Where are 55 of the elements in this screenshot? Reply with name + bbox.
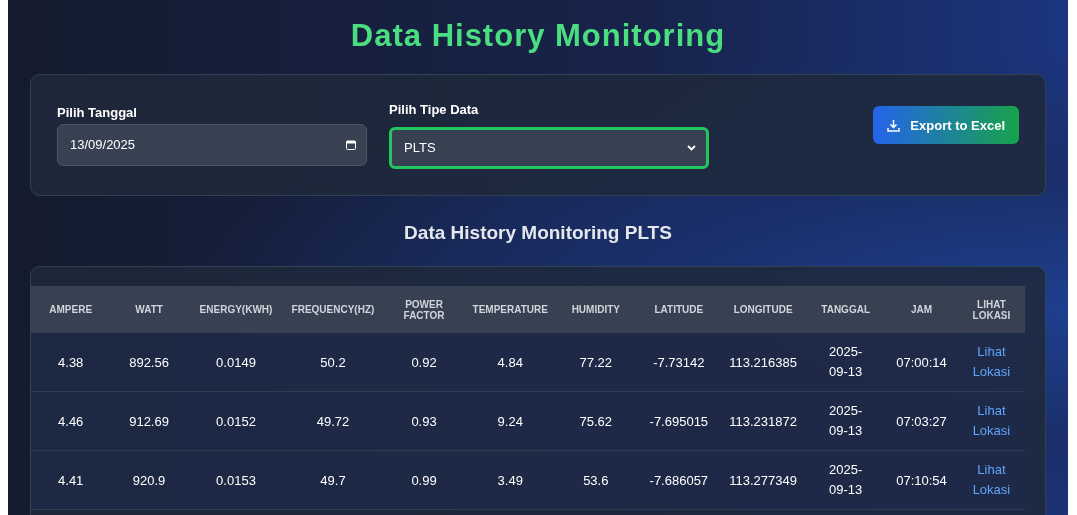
table-cell: -7.695015 bbox=[637, 391, 721, 451]
page-title: Data History Monitoring bbox=[349, 18, 727, 54]
table-cell: 50.2 bbox=[284, 333, 382, 392]
table-cell: 0.99 bbox=[381, 450, 467, 510]
export-button[interactable]: Export to Excel bbox=[873, 106, 1019, 144]
type-select[interactable]: PLTS bbox=[389, 126, 709, 169]
table-cell: 4.46 bbox=[31, 391, 111, 451]
table-cell-text: 2025-09-13 bbox=[828, 402, 864, 440]
table-cell: 9.24 bbox=[466, 391, 555, 451]
column-header: WATT bbox=[110, 286, 188, 333]
column-header: JAM bbox=[885, 286, 958, 333]
column-header: ENERGY(KWH) bbox=[187, 286, 285, 333]
table-cell: 07:00:14 bbox=[885, 333, 958, 392]
column-header: LIHAT LOKASI bbox=[957, 286, 1025, 333]
table-cell: 49.7 bbox=[284, 450, 382, 510]
column-header: TEMPERATURE bbox=[466, 286, 555, 333]
table-cell: 0.0153 bbox=[187, 450, 285, 510]
column-header: AMPERE bbox=[31, 286, 111, 333]
table-cell: 3.49 bbox=[466, 450, 555, 510]
table-cell: 4.38 bbox=[31, 333, 111, 392]
column-header: HUMIDITY bbox=[554, 286, 638, 333]
column-header: LONGITUDE bbox=[720, 286, 807, 333]
column-header: POWER FACTOR bbox=[381, 286, 467, 333]
chevron-down-icon bbox=[687, 144, 696, 151]
table-cell: 0.92 bbox=[381, 333, 467, 392]
column-header: FREQUENCY(HZ) bbox=[284, 286, 382, 333]
table-cell: 912.69 bbox=[110, 391, 188, 451]
table-cell: 75.62 bbox=[554, 391, 638, 451]
date-label: Pilih Tanggal bbox=[57, 104, 138, 120]
table-cell: 77.22 bbox=[554, 333, 638, 392]
table-cell-text: 2025-09-13 bbox=[828, 461, 864, 499]
table-cell: 49.72 bbox=[284, 391, 382, 451]
table-title: Data History Monitoring PLTS bbox=[403, 222, 673, 244]
table-cell: 113.231872 bbox=[720, 391, 807, 451]
table-cell: 892.56 bbox=[110, 333, 188, 392]
table-cell: 0.93 bbox=[381, 391, 467, 451]
table-cell: 07:10:54 bbox=[885, 450, 958, 510]
table-cell: 4.41 bbox=[31, 450, 111, 510]
table-cell: 0.0152 bbox=[187, 391, 285, 451]
table-cell: 53.6 bbox=[554, 450, 638, 510]
table-cell: 4.84 bbox=[466, 333, 555, 392]
type-label: Pilih Tipe Data bbox=[389, 101, 480, 117]
table-cell: 0.0149 bbox=[187, 333, 285, 392]
table-cell: 920.9 bbox=[110, 450, 188, 510]
table-cell: -7.73142 bbox=[637, 333, 721, 392]
table-cell: -7.686057 bbox=[637, 450, 721, 510]
table-cell: 07:03:27 bbox=[885, 391, 958, 451]
table-cell: 113.216385 bbox=[720, 333, 807, 392]
calendar-icon bbox=[346, 139, 356, 150]
column-header: LATITUDE bbox=[637, 286, 721, 333]
date-field[interactable]: 13/09/2025 bbox=[57, 123, 367, 166]
download-icon bbox=[887, 118, 901, 132]
column-header: TANGGAL bbox=[806, 286, 886, 333]
table-cell: 113.277349 bbox=[720, 450, 807, 510]
table-cell-text: 2025-09-13 bbox=[828, 343, 864, 381]
